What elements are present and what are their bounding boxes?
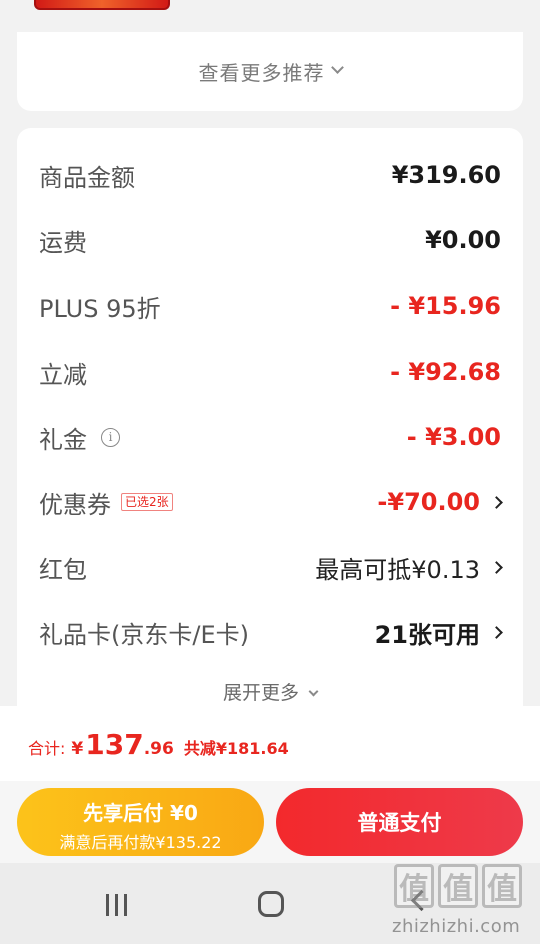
pay-later-title: 先享后付 ¥0 [83,801,198,825]
recommend-card[interactable]: 查看更多推荐 [17,32,523,111]
total-amount-int: 137 [85,728,144,761]
total-bar: 合计: ¥ 137 .96 共减¥181.64 [0,706,540,781]
price-summary-card: 商品金额 ¥319.60 运费 ¥0.00 PLUS 95折 - ¥15.96 … [17,128,523,748]
coupon-selected-tag: 已选2张 [121,493,173,511]
row-label: PLUS 95折 [39,294,161,323]
row-shipping: 运费 ¥0.00 [39,220,501,260]
row-value: ¥319.60 [391,161,501,189]
more-recommend-link[interactable]: 查看更多推荐 [199,57,325,86]
gift-cash-label: 礼金 [39,425,87,454]
total-saving: 共减¥181.64 [183,739,289,758]
row-value[interactable]: 21张可用 [374,615,503,650]
row-coupon[interactable]: 优惠券 已选2张 -¥70.00 [39,482,503,522]
row-gift-card[interactable]: 礼品卡(京东卡/E卡) 21张可用 [39,612,503,652]
row-goods-amount: 商品金额 ¥319.60 [39,155,501,195]
row-label: 商品金额 [39,163,135,192]
row-value: ¥0.00 [425,226,501,254]
row-value[interactable]: -¥70.00 [377,488,503,516]
product-image-fragment [34,0,170,10]
chevron-down-icon [330,61,344,74]
row-value[interactable]: 最高可抵¥0.13 [315,550,503,585]
row-instant-discount: 立减 - ¥92.68 [39,352,501,392]
row-label: 运费 [39,228,87,257]
total-label: 合计: [28,739,66,758]
expand-label: 展开更多 [222,682,299,704]
watermark-char: 值 [438,864,478,908]
row-value: - ¥15.96 [390,292,501,320]
coupon-value: -¥70.00 [377,488,480,516]
expand-more-link[interactable]: 展开更多 [17,678,523,705]
watermark-site: zhizhizhi.com [392,916,521,937]
watermark: 值 值 值 zhizhizhi.com [388,860,540,944]
watermark-char: 值 [482,864,522,908]
nav-home-icon[interactable] [258,891,284,917]
row-value: - ¥3.00 [406,423,501,451]
nav-recents-icon[interactable] [106,894,127,916]
row-plus-discount: PLUS 95折 - ¥15.96 [39,286,501,326]
chevron-right-icon [490,625,503,639]
total-line: 合计: ¥ 137 .96 共减¥181.64 [28,728,289,761]
row-value: - ¥92.68 [390,358,501,386]
normal-pay-button[interactable]: 普通支付 [276,788,523,856]
row-label: 礼品卡(京东卡/E卡) [39,620,249,649]
coupon-label: 优惠券 [39,490,111,519]
watermark-char: 值 [394,864,434,908]
row-gift-cash: 礼金 i - ¥3.00 [39,417,501,457]
row-label: 立减 [39,360,87,389]
gift-card-value: 21张可用 [374,620,480,649]
row-label: 优惠券 已选2张 [39,485,173,520]
row-red-packet[interactable]: 红包 最高可抵¥0.13 [39,547,503,587]
total-amount-dec: .96 [143,739,174,759]
row-label: 礼金 i [39,420,120,455]
red-packet-value: 最高可抵¥0.13 [315,555,480,584]
chevron-down-icon [308,686,319,697]
total-currency: ¥ [71,739,84,759]
pay-later-subtitle: 满意后再付款¥135.22 [59,833,222,852]
pay-later-button[interactable]: 先享后付 ¥0 满意后再付款¥135.22 [17,788,264,856]
row-label: 红包 [39,555,87,584]
chevron-right-icon [490,495,503,509]
info-icon[interactable]: i [101,427,120,447]
watermark-logo: 值 值 值 [394,864,522,908]
chevron-right-icon [490,560,503,574]
